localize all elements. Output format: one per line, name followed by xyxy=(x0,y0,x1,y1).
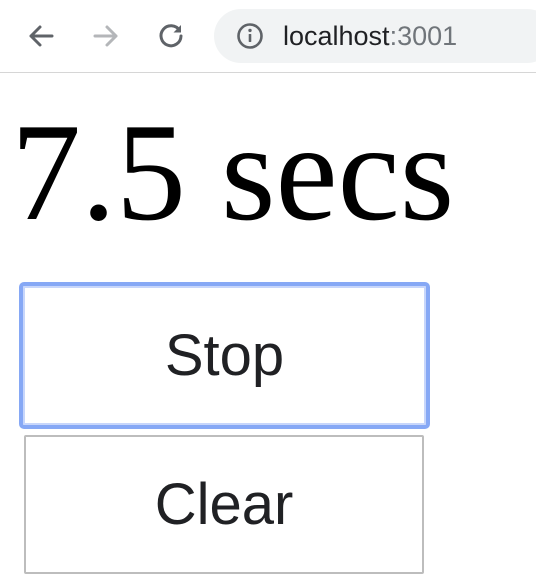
page-content: 7.5 secs Stop Clear xyxy=(0,74,536,588)
clear-button-label: Clear xyxy=(154,472,294,537)
elapsed-time-display: 7.5 secs xyxy=(11,95,455,250)
info-icon[interactable] xyxy=(236,22,264,50)
browser-toolbar: localhost:3001 xyxy=(0,0,536,73)
back-button[interactable] xyxy=(21,16,61,56)
reload-icon xyxy=(159,24,183,48)
clear-button[interactable]: Clear xyxy=(24,435,424,574)
arrow-left-icon xyxy=(29,25,54,47)
url-host: localhost xyxy=(283,21,390,51)
url-text[interactable]: localhost:3001 xyxy=(283,21,457,51)
address-bar[interactable]: localhost:3001 xyxy=(214,9,536,63)
reload-button[interactable] xyxy=(151,16,191,56)
stop-button[interactable]: Stop xyxy=(19,282,430,429)
arrow-right-icon xyxy=(93,25,118,47)
forward-button[interactable] xyxy=(86,16,126,56)
stop-button-label: Stop xyxy=(164,323,285,388)
url-port: :3001 xyxy=(389,21,458,51)
